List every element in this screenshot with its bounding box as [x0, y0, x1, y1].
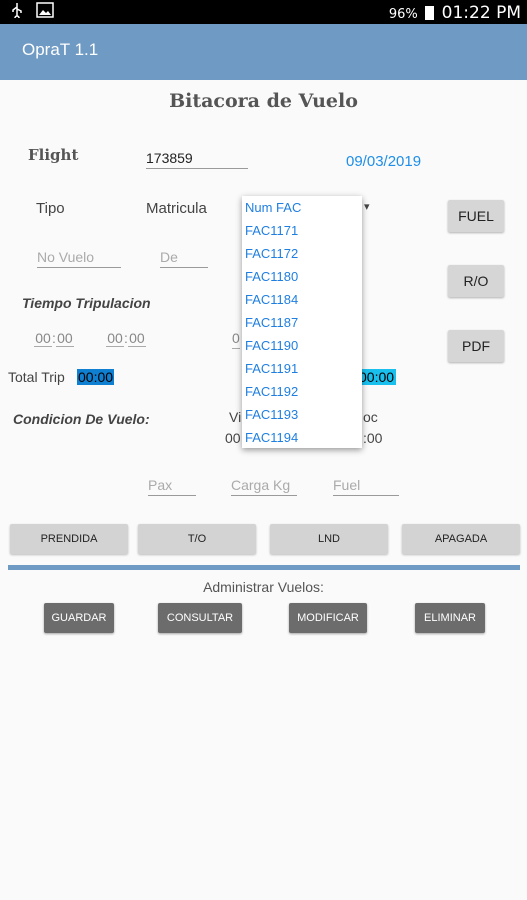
dropdown-item[interactable]: FAC1190: [245, 338, 298, 353]
condicion-vuelo-label: Condicion De Vuelo:: [13, 411, 150, 427]
dropdown-item[interactable]: FAC1191: [245, 361, 298, 376]
section-divider: [8, 565, 520, 570]
spinner-arrow-icon[interactable]: ▾: [364, 200, 370, 213]
pdf-button[interactable]: PDF: [448, 330, 504, 362]
dropdown-item[interactable]: FAC1194: [245, 430, 298, 445]
no-vuelo-input[interactable]: [37, 249, 121, 268]
image-icon: [36, 2, 54, 22]
consultar-button[interactable]: CONSULTAR: [158, 603, 242, 633]
dropdown-item[interactable]: Num FAC: [245, 200, 301, 215]
flight-label: Flight: [28, 146, 79, 164]
time2-hours[interactable]: 00: [106, 330, 124, 347]
condicion-col2-value: :00: [363, 430, 383, 446]
dropdown-item[interactable]: FAC1192: [245, 384, 298, 399]
flight-date[interactable]: 09/03/2019: [346, 153, 421, 170]
administrar-vuelos-label: Administrar Vuelos:: [203, 579, 324, 595]
tiempo-tripulacion-label: Tiempo Tripulacion: [22, 295, 151, 311]
total-trip-label: Total Trip: [8, 369, 65, 385]
app-bar: OpraT 1.1: [0, 24, 527, 80]
dropdown-item[interactable]: FAC1171: [245, 223, 298, 238]
condicion-col1-value: 00: [225, 430, 241, 446]
time-field-2[interactable]: 00:00: [106, 330, 146, 347]
matricula-label: Matricula: [146, 200, 207, 217]
dropdown-item[interactable]: FAC1193: [245, 407, 298, 422]
ro-button[interactable]: R/O: [448, 265, 504, 297]
dropdown-item[interactable]: FAC1184: [245, 292, 298, 307]
right-total-value[interactable]: 00:00: [358, 369, 396, 385]
status-right: 96% 01:22 PM: [389, 3, 521, 23]
matricula-dropdown[interactable]: Num FAC FAC1171 FAC1172 FAC1180 FAC1184 …: [242, 196, 362, 448]
dropdown-item[interactable]: FAC1187: [245, 315, 298, 330]
total-trip-value[interactable]: 00:00: [77, 369, 115, 385]
condicion-col2-label: oc: [363, 409, 378, 425]
page-title: Bitacora de Vuelo: [169, 90, 358, 112]
time-field-1[interactable]: 00:00: [34, 330, 74, 347]
guardar-button[interactable]: GUARDAR: [44, 603, 114, 633]
lnd-button[interactable]: LND: [270, 524, 388, 554]
prendida-button[interactable]: PRENDIDA: [10, 524, 128, 554]
clock: 01:22 PM: [441, 3, 521, 23]
dropdown-item[interactable]: FAC1180: [245, 269, 298, 284]
time-field-3-fragment[interactable]: 0: [232, 330, 240, 349]
flight-number-input[interactable]: [146, 150, 248, 169]
apagada-button[interactable]: APAGADA: [402, 524, 520, 554]
dropdown-item[interactable]: FAC1172: [245, 246, 298, 261]
time1-minutes[interactable]: 00: [55, 330, 74, 347]
carga-input[interactable]: [231, 477, 297, 496]
pax-input[interactable]: [148, 477, 196, 496]
eliminar-button[interactable]: ELIMINAR: [415, 603, 485, 633]
usb-icon: [10, 2, 24, 22]
condicion-col1-label: Vi: [229, 409, 242, 425]
time1-hours[interactable]: 00: [34, 330, 52, 347]
battery-percent: 96%: [388, 7, 418, 22]
fuel-input[interactable]: [333, 477, 399, 496]
app-title: OpraT 1.1: [22, 40, 99, 59]
de-input[interactable]: [160, 249, 208, 268]
fuel-button[interactable]: FUEL: [448, 200, 504, 232]
tipo-label: Tipo: [36, 200, 65, 217]
to-button[interactable]: T/O: [138, 524, 256, 554]
modificar-button[interactable]: MODIFICAR: [289, 603, 367, 633]
battery-icon: [425, 6, 435, 20]
status-bar: 96% 01:22 PM: [0, 0, 527, 24]
time2-minutes[interactable]: 00: [127, 330, 146, 347]
